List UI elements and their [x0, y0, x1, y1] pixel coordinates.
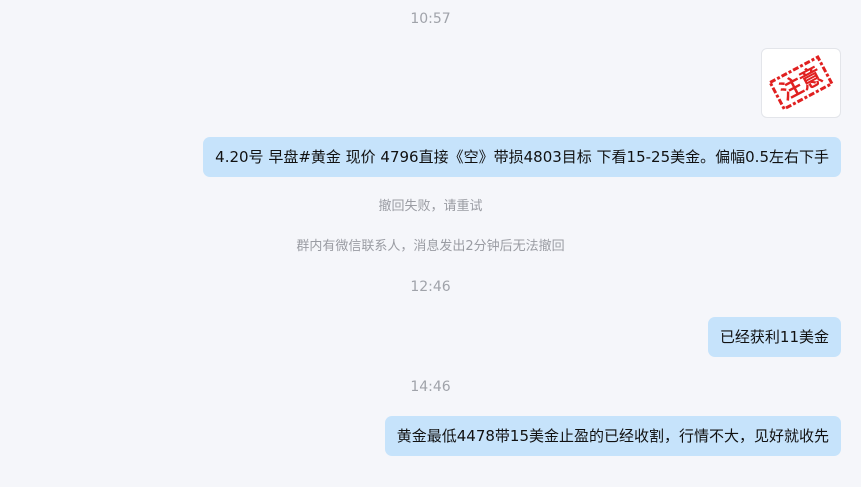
system-notice: 群内有微信联系人，消息发出2分钟后无法撤回 — [296, 239, 565, 254]
timestamp: 10:57 — [410, 11, 451, 27]
image-message[interactable]: 注意 — [761, 48, 841, 118]
message-bubble[interactable]: 已经获利11美金 — [707, 317, 841, 357]
message-bubble[interactable]: 4.20号 早盘#黄金 现价 4796直接《空》带损4803目标 下看15-25… — [203, 137, 841, 177]
system-notice: 撤回失败，请重试 — [378, 199, 483, 214]
message-bubble[interactable]: 黄金最低4478带15美金止盈的已经收割，行情不大，见好就收先 — [384, 416, 841, 456]
timestamp: 12:46 — [410, 279, 451, 295]
chat-area: 10:57 注意 4.20号 早盘#黄金 现价 4796直接《空》带损4803目… — [0, 0, 861, 487]
timestamp: 14:46 — [410, 379, 451, 395]
stamp-image: 注意 — [768, 55, 834, 111]
